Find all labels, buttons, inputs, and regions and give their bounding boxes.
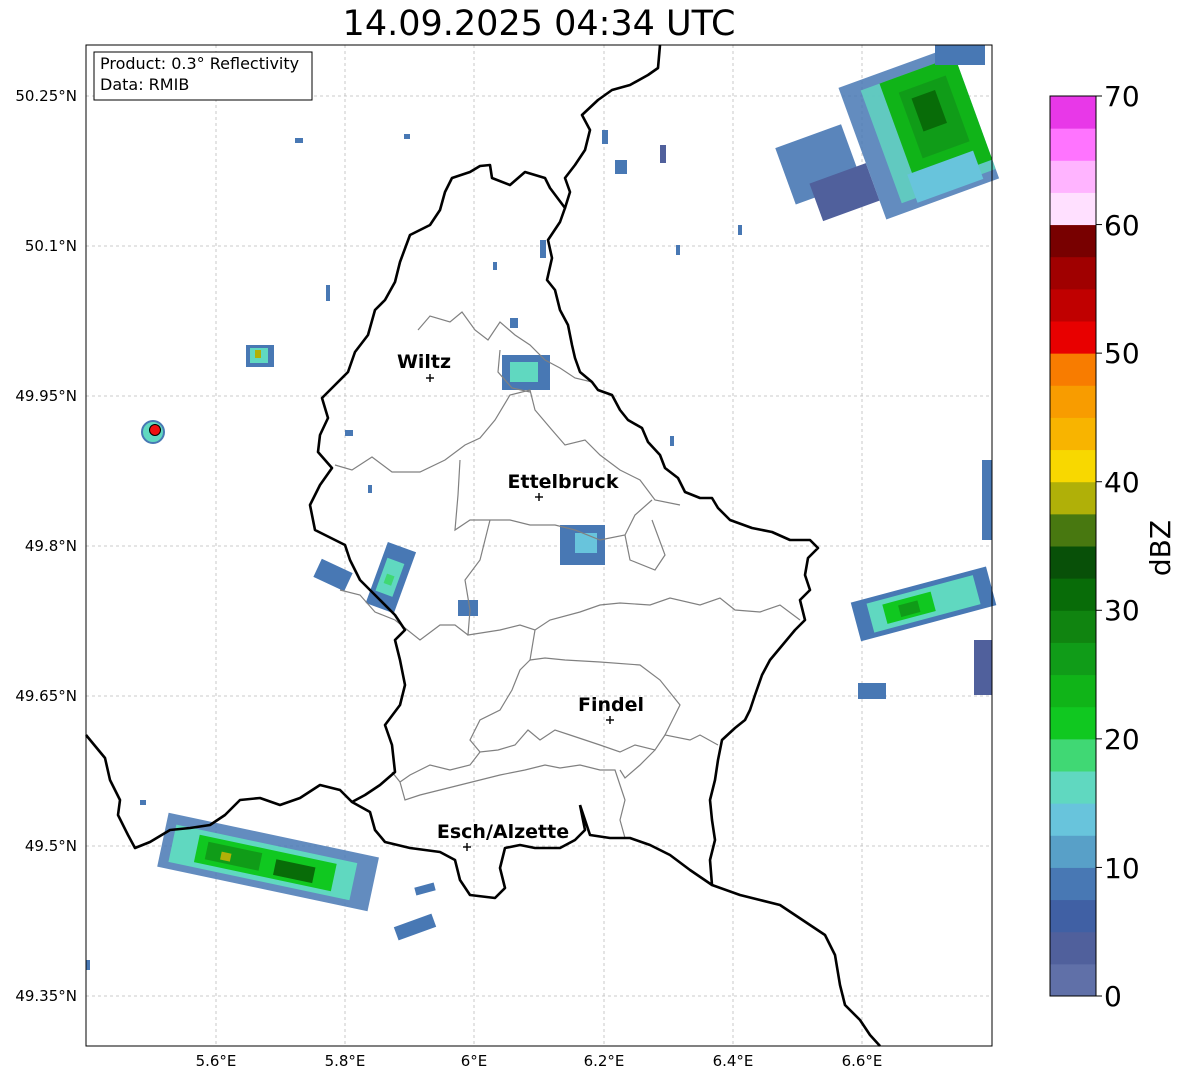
colorbar-tick: 10 bbox=[1104, 852, 1140, 885]
colorbar-segment bbox=[1050, 578, 1096, 611]
colorbar-segment bbox=[1050, 899, 1096, 933]
colorbar-segment bbox=[1050, 417, 1096, 451]
colorbar-segment bbox=[1050, 288, 1096, 322]
colorbar-segment bbox=[1050, 321, 1096, 354]
lat-label: 49.65°N bbox=[15, 687, 77, 705]
product-info-box: Product: 0.3° Reflectivity Data: RMIB bbox=[93, 51, 313, 101]
radar-site-marker bbox=[149, 424, 161, 436]
colorbar-tick: 70 bbox=[1104, 80, 1140, 113]
colorbar-segment bbox=[1050, 224, 1096, 258]
colorbar-segment bbox=[1050, 513, 1096, 547]
colorbar-segment bbox=[1050, 963, 1096, 997]
city-label-ettelbruck: Ettelbruck bbox=[508, 471, 619, 493]
colorbar-segment bbox=[1050, 803, 1096, 836]
colorbar-tick: 20 bbox=[1104, 723, 1140, 756]
longitude-labels: 5.6°E 5.8°E 6°E 6.2°E 6.4°E 6.6°E bbox=[196, 1052, 883, 1070]
colorbar-label: dBZ bbox=[1144, 520, 1177, 576]
colorbar-tick: 40 bbox=[1104, 466, 1140, 499]
radar-map: Wiltz Ettelbruck Findel Esch/Alzette Pro… bbox=[15, 44, 1177, 1070]
colorbar-segment bbox=[1050, 867, 1096, 901]
latitude-labels: 50.25°N 50.1°N 49.95°N 49.8°N 49.65°N 49… bbox=[15, 87, 77, 1005]
colorbar-tick: 30 bbox=[1104, 594, 1140, 627]
colorbar-segment bbox=[1050, 738, 1096, 772]
lon-label: 6.2°E bbox=[584, 1052, 625, 1070]
lat-label: 50.25°N bbox=[15, 87, 77, 105]
colorbar-segment bbox=[1050, 771, 1096, 804]
colorbar-segment bbox=[1050, 160, 1096, 193]
lon-label: 6.4°E bbox=[713, 1052, 754, 1070]
colorbar-segment bbox=[1050, 610, 1096, 643]
lat-label: 49.35°N bbox=[15, 987, 77, 1005]
city-label-wiltz: Wiltz bbox=[397, 351, 451, 373]
colorbar-segment bbox=[1050, 256, 1096, 290]
colorbar bbox=[1049, 95, 1102, 997]
colorbar-segment bbox=[1050, 835, 1096, 868]
colorbar-segment bbox=[1050, 128, 1096, 161]
lon-label: 6.6°E bbox=[842, 1052, 883, 1070]
colorbar-segment bbox=[1050, 931, 1096, 965]
colorbar-tick: 50 bbox=[1104, 337, 1140, 370]
colorbar-ticks: 70 60 50 40 30 20 10 0 bbox=[1104, 80, 1140, 1013]
colorbar-segment bbox=[1050, 642, 1096, 676]
colorbar-segment bbox=[1050, 674, 1096, 708]
colorbar-tick: 60 bbox=[1104, 209, 1140, 242]
colorbar-segment bbox=[1050, 96, 1096, 129]
colorbar-segment bbox=[1050, 385, 1096, 418]
product-label: Product: 0.3° Reflectivity bbox=[100, 54, 299, 73]
lon-label: 5.6°E bbox=[196, 1052, 237, 1070]
colorbar-segment bbox=[1050, 481, 1096, 515]
lon-label: 6°E bbox=[461, 1052, 488, 1070]
lat-label: 49.8°N bbox=[25, 537, 77, 555]
data-source-label: Data: RMIB bbox=[100, 75, 189, 94]
lon-label: 5.8°E bbox=[325, 1052, 366, 1070]
colorbar-segment bbox=[1050, 449, 1096, 483]
lat-label: 49.5°N bbox=[25, 837, 77, 855]
colorbar-segment bbox=[1050, 192, 1096, 226]
colorbar-tick: 0 bbox=[1104, 980, 1122, 1013]
city-label-findel: Findel bbox=[578, 694, 644, 716]
lat-label: 49.95°N bbox=[15, 387, 77, 405]
lat-label: 50.1°N bbox=[25, 237, 77, 255]
colorbar-segment bbox=[1050, 546, 1096, 579]
colorbar-segment bbox=[1050, 353, 1096, 386]
colorbar-segment bbox=[1050, 706, 1096, 740]
city-label-esch-alzette: Esch/Alzette bbox=[437, 821, 569, 843]
